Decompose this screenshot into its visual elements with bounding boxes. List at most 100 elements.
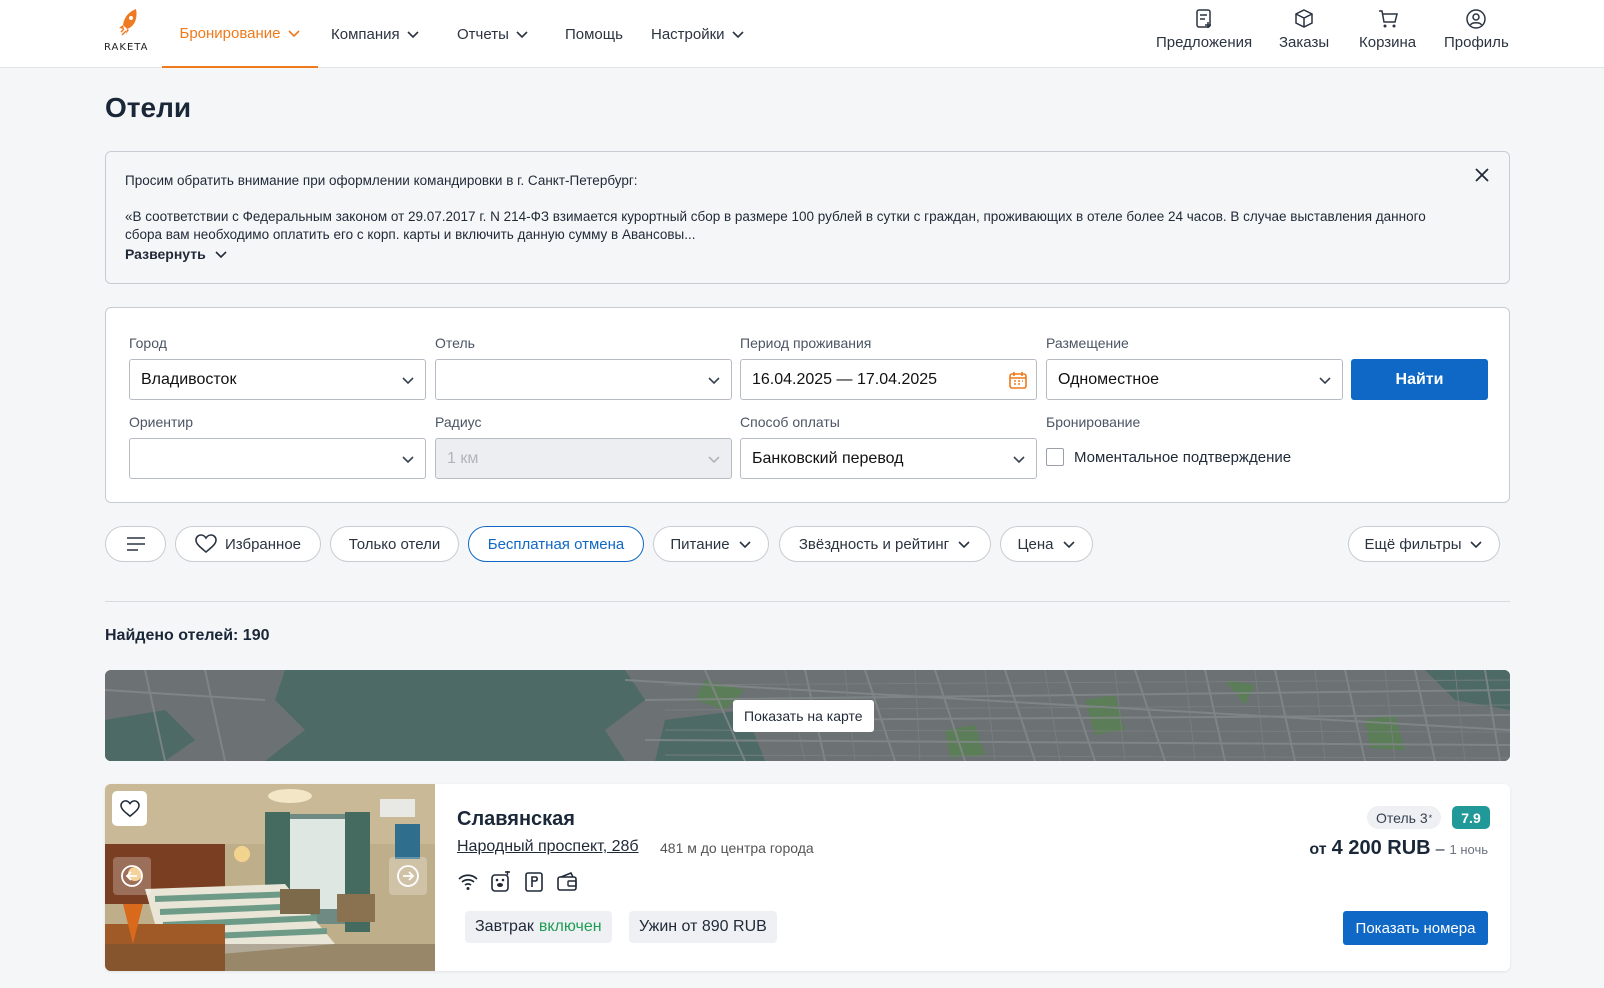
- radius-select: 1 км: [435, 438, 732, 479]
- payment-select[interactable]: Банковский перевод: [740, 438, 1037, 479]
- free-cancel-filter[interactable]: Бесплатная отмена: [468, 526, 644, 562]
- chevron-down-icon: [407, 31, 419, 39]
- chevron-down-icon: [215, 251, 227, 259]
- show-on-map-button[interactable]: Показать на карте: [733, 700, 874, 732]
- nav-help[interactable]: Помощь: [565, 0, 623, 68]
- placement-value: Одноместное: [1058, 370, 1160, 388]
- wallet-icon: [557, 872, 577, 891]
- divider: [105, 601, 1510, 602]
- hotel-select[interactable]: [435, 359, 732, 400]
- nav-settings[interactable]: Настройки: [651, 0, 745, 68]
- photo-prev-button[interactable]: [113, 857, 151, 895]
- offers-label: Предложения: [1156, 34, 1253, 51]
- user-icon: [1466, 9, 1487, 29]
- notice-line-1: Просим обратить внимание при оформлении …: [125, 173, 638, 188]
- map-preview[interactable]: Показать на карте: [105, 670, 1510, 761]
- expand-button[interactable]: Развернуть: [125, 246, 228, 262]
- cart-label: Корзина: [1359, 34, 1417, 51]
- price-filter[interactable]: Цена: [1000, 526, 1093, 562]
- stars-rating-label: Звёздность и рейтинг: [798, 535, 950, 553]
- chevron-down-icon: [287, 30, 300, 38]
- expand-label: Развернуть: [125, 246, 206, 262]
- hotel-name[interactable]: Славянская: [457, 808, 575, 831]
- meals-label: Питание: [670, 535, 730, 553]
- placement-select[interactable]: Одноместное: [1046, 359, 1343, 400]
- star-mark: *: [1428, 812, 1433, 823]
- hotel-room-image: [105, 784, 435, 971]
- nav-booking-label: Бронирование: [179, 24, 281, 42]
- favorites-filter[interactable]: Избранное: [175, 526, 321, 562]
- heart-icon: [195, 534, 217, 554]
- nav-reports[interactable]: Отчеты: [457, 0, 529, 68]
- profile-button[interactable]: Профиль: [1444, 8, 1509, 51]
- box-icon: [1295, 9, 1313, 28]
- hotel-distance: 481 м до центра города: [660, 840, 814, 856]
- offers-icon: [1196, 9, 1212, 28]
- period-input[interactable]: 16.04.2025 — 17.04.2025: [740, 359, 1037, 400]
- chevron-down-icon: [402, 377, 414, 385]
- breakfast-label: Завтрак: [475, 918, 534, 935]
- profile-label: Профиль: [1444, 34, 1509, 51]
- period-label: Период проживания: [740, 335, 872, 351]
- more-filters-label: Ещё фильтры: [1364, 535, 1462, 553]
- favorite-button[interactable]: [112, 791, 147, 826]
- stars-rating-filter[interactable]: Звёздность и рейтинг: [779, 526, 991, 562]
- nav-company[interactable]: Компания: [331, 0, 420, 68]
- parking-icon: [525, 872, 543, 892]
- nav-reports-label: Отчеты: [457, 25, 509, 43]
- rating-badge: 7.9: [1452, 806, 1490, 829]
- page-title: Отели: [105, 92, 192, 123]
- placement-label: Размещение: [1046, 335, 1129, 351]
- price-from: от: [1309, 841, 1327, 858]
- city-label: Город: [129, 335, 167, 351]
- nav-booking[interactable]: Бронирование: [162, 0, 318, 68]
- hotel-price: от 4 200 RUB – 1 ночь: [1309, 837, 1488, 860]
- chevron-down-icon: [1062, 541, 1075, 549]
- chevron-down-icon: [1470, 541, 1483, 549]
- radius-value: 1 км: [447, 449, 479, 467]
- landmark-select[interactable]: [129, 438, 426, 479]
- meals-filter[interactable]: Питание: [653, 526, 769, 562]
- chevron-down-icon: [1013, 456, 1025, 464]
- close-icon[interactable]: [1473, 166, 1491, 184]
- chevron-down-icon: [708, 456, 720, 464]
- payment-value: Банковский перевод: [752, 449, 904, 467]
- instant-confirm-checkbox[interactable]: [1046, 448, 1064, 466]
- offers-button[interactable]: Предложения: [1156, 8, 1252, 51]
- price-dash: –: [1435, 841, 1445, 858]
- show-rooms-button[interactable]: Показать номера: [1343, 911, 1488, 945]
- calendar-icon[interactable]: [1008, 370, 1028, 390]
- cart-button[interactable]: Корзина: [1359, 8, 1416, 51]
- landmark-label: Ориентир: [129, 414, 194, 430]
- hotel-address[interactable]: Народный проспект, 28б: [457, 838, 639, 856]
- logo-text: RAKETA: [104, 42, 149, 53]
- top-header: RAKETA Бронирование Компания Отчеты Помо…: [0, 0, 1604, 68]
- notice-line-2: «В соответствии с Федеральным законом от…: [125, 209, 1426, 242]
- price-filter-label: Цена: [1017, 535, 1054, 553]
- rocket-icon: [119, 9, 137, 36]
- booking-label: Бронирование: [1046, 414, 1141, 430]
- chevron-down-icon: [402, 456, 414, 464]
- raketa-logo[interactable]: RAKETA: [104, 8, 152, 58]
- results-count: Найдено отелей: 190: [105, 627, 270, 644]
- search-form: Город Владивосток Отель Период проживани…: [105, 307, 1510, 503]
- chevron-down-icon: [731, 31, 744, 39]
- photo-next-button[interactable]: [389, 857, 427, 895]
- chevron-down-icon: [708, 377, 720, 385]
- more-filters-button[interactable]: Ещё фильтры: [1348, 526, 1500, 562]
- chevron-down-icon: [1319, 377, 1331, 385]
- nav-settings-label: Настройки: [651, 25, 725, 43]
- arrow-left-icon: [121, 865, 143, 887]
- hotel-card: Славянская Народный проспект, 28б 481 м …: [105, 784, 1510, 971]
- city-select[interactable]: Владивосток: [129, 359, 426, 400]
- instant-confirm-label: Моментальное подтверждение: [1074, 448, 1292, 466]
- find-button[interactable]: Найти: [1351, 359, 1488, 400]
- orders-button[interactable]: Заказы: [1279, 8, 1329, 51]
- hotel-label: Отель: [435, 335, 475, 351]
- instant-confirm-option[interactable]: Моментальное подтверждение: [1046, 448, 1291, 466]
- only-hotels-filter[interactable]: Только отели: [330, 526, 459, 562]
- period-value: 16.04.2025 — 17.04.2025: [752, 370, 938, 388]
- sort-button[interactable]: [105, 526, 166, 562]
- cart-icon: [1378, 10, 1398, 28]
- hotel-photo[interactable]: [105, 784, 435, 971]
